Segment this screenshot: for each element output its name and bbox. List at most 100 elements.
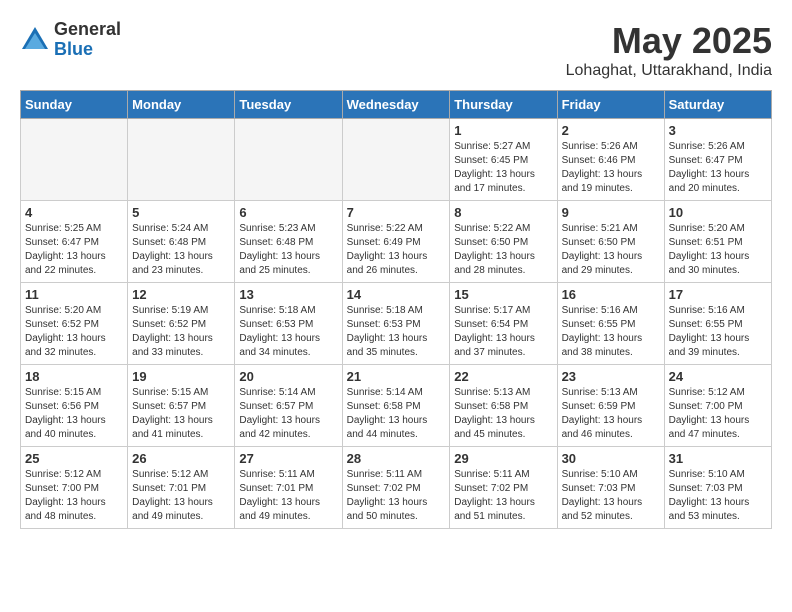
page-header: General Blue May 2025 Lohaghat, Uttarakh…: [20, 20, 772, 80]
day-cell: 10 Sunrise: 5:20 AM Sunset: 6:51 PM Dayli…: [664, 201, 771, 283]
day-cell: 2Sunrise: 5:26 AM Sunset: 6:46 PM Daylig…: [557, 119, 664, 201]
day-number: 27: [239, 451, 337, 466]
day-number: 17: [669, 287, 767, 302]
header-cell-thursday: Thursday: [450, 91, 557, 119]
day-cell: 29 Sunrise: 5:11 AM Sunset: 7:02 PM Dayli…: [450, 447, 557, 529]
week-row-5: 25 Sunrise: 5:12 AM Sunset: 7:00 PM Dayli…: [21, 447, 772, 529]
day-info: Sunrise: 5:14 AM Sunset: 6:57 PM Dayligh…: [239, 386, 337, 442]
day-number: 31: [669, 451, 767, 466]
day-number: 30: [562, 451, 660, 466]
day-number: 4: [25, 205, 123, 220]
day-cell: 22 Sunrise: 5:13 AM Sunset: 6:58 PM Dayli…: [450, 365, 557, 447]
day-info: Sunrise: 5:27 AM Sunset: 6:45 PM Dayligh…: [454, 140, 552, 196]
day-cell: 31Sunrise: 5:10 AM Sunset: 7:03 PM Dayli…: [664, 447, 771, 529]
day-number: 18: [25, 369, 123, 384]
week-row-2: 4 Sunrise: 5:25 AM Sunset: 6:47 PM Daylig…: [21, 201, 772, 283]
day-cell: 11 Sunrise: 5:20 AM Sunset: 6:52 PM Dayli…: [21, 283, 128, 365]
header-cell-sunday: Sunday: [21, 91, 128, 119]
day-number: 16: [562, 287, 660, 302]
title-area: May 2025 Lohaghat, Uttarakhand, India: [566, 20, 772, 80]
header-cell-friday: Friday: [557, 91, 664, 119]
day-cell: 21 Sunrise: 5:14 AM Sunset: 6:58 PM Dayli…: [342, 365, 450, 447]
day-info: Sunrise: 5:13 AM Sunset: 6:58 PM Dayligh…: [454, 386, 552, 442]
day-info: Sunrise: 5:17 AM Sunset: 6:54 PM Dayligh…: [454, 304, 552, 360]
day-info: Sunrise: 5:14 AM Sunset: 6:58 PM Dayligh…: [347, 386, 446, 442]
day-cell: 8Sunrise: 5:22 AM Sunset: 6:50 PM Daylig…: [450, 201, 557, 283]
day-info: Sunrise: 5:25 AM Sunset: 6:47 PM Dayligh…: [25, 222, 123, 278]
day-cell: 27 Sunrise: 5:11 AM Sunset: 7:01 PM Dayli…: [235, 447, 342, 529]
day-cell: 4 Sunrise: 5:25 AM Sunset: 6:47 PM Daylig…: [21, 201, 128, 283]
day-number: 1: [454, 123, 552, 138]
day-info: Sunrise: 5:10 AM Sunset: 7:03 PM Dayligh…: [562, 468, 660, 524]
logo-general: General: [54, 20, 121, 40]
day-info: Sunrise: 5:12 AM Sunset: 7:01 PM Dayligh…: [132, 468, 230, 524]
location: Lohaghat, Uttarakhand, India: [566, 62, 772, 80]
day-number: 14: [347, 287, 446, 302]
day-cell: 15 Sunrise: 5:17 AM Sunset: 6:54 PM Dayli…: [450, 283, 557, 365]
calendar-table: SundayMondayTuesdayWednesdayThursdayFrid…: [20, 90, 772, 529]
day-number: 24: [669, 369, 767, 384]
day-cell: 16 Sunrise: 5:16 AM Sunset: 6:55 PM Dayli…: [557, 283, 664, 365]
day-number: 29: [454, 451, 552, 466]
day-cell: 26Sunrise: 5:12 AM Sunset: 7:01 PM Dayli…: [128, 447, 235, 529]
week-row-3: 11 Sunrise: 5:20 AM Sunset: 6:52 PM Dayli…: [21, 283, 772, 365]
day-number: 10: [669, 205, 767, 220]
day-info: Sunrise: 5:12 AM Sunset: 7:00 PM Dayligh…: [25, 468, 123, 524]
day-info: Sunrise: 5:23 AM Sunset: 6:48 PM Dayligh…: [239, 222, 337, 278]
month-title: May 2025: [566, 20, 772, 62]
day-number: 25: [25, 451, 123, 466]
day-cell: 24 Sunrise: 5:12 AM Sunset: 7:00 PM Dayli…: [664, 365, 771, 447]
day-number: 6: [239, 205, 337, 220]
header-cell-tuesday: Tuesday: [235, 91, 342, 119]
day-info: Sunrise: 5:20 AM Sunset: 6:52 PM Dayligh…: [25, 304, 123, 360]
day-info: Sunrise: 5:16 AM Sunset: 6:55 PM Dayligh…: [669, 304, 767, 360]
day-number: 13: [239, 287, 337, 302]
day-cell: 12Sunrise: 5:19 AM Sunset: 6:52 PM Dayli…: [128, 283, 235, 365]
day-info: Sunrise: 5:20 AM Sunset: 6:51 PM Dayligh…: [669, 222, 767, 278]
day-cell: 6 Sunrise: 5:23 AM Sunset: 6:48 PM Daylig…: [235, 201, 342, 283]
day-number: 15: [454, 287, 552, 302]
day-number: 28: [347, 451, 446, 466]
day-info: Sunrise: 5:15 AM Sunset: 6:57 PM Dayligh…: [132, 386, 230, 442]
day-info: Sunrise: 5:11 AM Sunset: 7:02 PM Dayligh…: [347, 468, 446, 524]
logo: General Blue: [20, 20, 121, 60]
day-number: 3: [669, 123, 767, 138]
day-info: Sunrise: 5:16 AM Sunset: 6:55 PM Dayligh…: [562, 304, 660, 360]
day-info: Sunrise: 5:26 AM Sunset: 6:46 PM Dayligh…: [562, 140, 660, 196]
day-cell: 1 Sunrise: 5:27 AM Sunset: 6:45 PM Daylig…: [450, 119, 557, 201]
day-cell: 28 Sunrise: 5:11 AM Sunset: 7:02 PM Dayli…: [342, 447, 450, 529]
header-cell-wednesday: Wednesday: [342, 91, 450, 119]
day-number: 21: [347, 369, 446, 384]
day-info: Sunrise: 5:26 AM Sunset: 6:47 PM Dayligh…: [669, 140, 767, 196]
day-info: Sunrise: 5:24 AM Sunset: 6:48 PM Dayligh…: [132, 222, 230, 278]
day-info: Sunrise: 5:22 AM Sunset: 6:49 PM Dayligh…: [347, 222, 446, 278]
day-info: Sunrise: 5:21 AM Sunset: 6:50 PM Dayligh…: [562, 222, 660, 278]
day-number: 9: [562, 205, 660, 220]
day-info: Sunrise: 5:11 AM Sunset: 7:02 PM Dayligh…: [454, 468, 552, 524]
day-cell: 19 Sunrise: 5:15 AM Sunset: 6:57 PM Dayli…: [128, 365, 235, 447]
day-info: Sunrise: 5:15 AM Sunset: 6:56 PM Dayligh…: [25, 386, 123, 442]
day-cell: 25 Sunrise: 5:12 AM Sunset: 7:00 PM Dayli…: [21, 447, 128, 529]
day-number: 7: [347, 205, 446, 220]
day-info: Sunrise: 5:11 AM Sunset: 7:01 PM Dayligh…: [239, 468, 337, 524]
day-cell: [128, 119, 235, 201]
day-cell: [342, 119, 450, 201]
day-info: Sunrise: 5:18 AM Sunset: 6:53 PM Dayligh…: [239, 304, 337, 360]
day-info: Sunrise: 5:18 AM Sunset: 6:53 PM Dayligh…: [347, 304, 446, 360]
day-cell: 18 Sunrise: 5:15 AM Sunset: 6:56 PM Dayli…: [21, 365, 128, 447]
day-cell: 9 Sunrise: 5:21 AM Sunset: 6:50 PM Daylig…: [557, 201, 664, 283]
day-cell: [21, 119, 128, 201]
logo-icon: [20, 25, 50, 55]
day-cell: 30 Sunrise: 5:10 AM Sunset: 7:03 PM Dayli…: [557, 447, 664, 529]
day-info: Sunrise: 5:12 AM Sunset: 7:00 PM Dayligh…: [669, 386, 767, 442]
day-cell: 14 Sunrise: 5:18 AM Sunset: 6:53 PM Dayli…: [342, 283, 450, 365]
day-info: Sunrise: 5:13 AM Sunset: 6:59 PM Dayligh…: [562, 386, 660, 442]
header-row: SundayMondayTuesdayWednesdayThursdayFrid…: [21, 91, 772, 119]
day-cell: 5Sunrise: 5:24 AM Sunset: 6:48 PM Daylig…: [128, 201, 235, 283]
day-cell: 23Sunrise: 5:13 AM Sunset: 6:59 PM Dayli…: [557, 365, 664, 447]
header-cell-saturday: Saturday: [664, 91, 771, 119]
day-number: 19: [132, 369, 230, 384]
day-number: 11: [25, 287, 123, 302]
day-number: 22: [454, 369, 552, 384]
day-cell: 13 Sunrise: 5:18 AM Sunset: 6:53 PM Dayli…: [235, 283, 342, 365]
